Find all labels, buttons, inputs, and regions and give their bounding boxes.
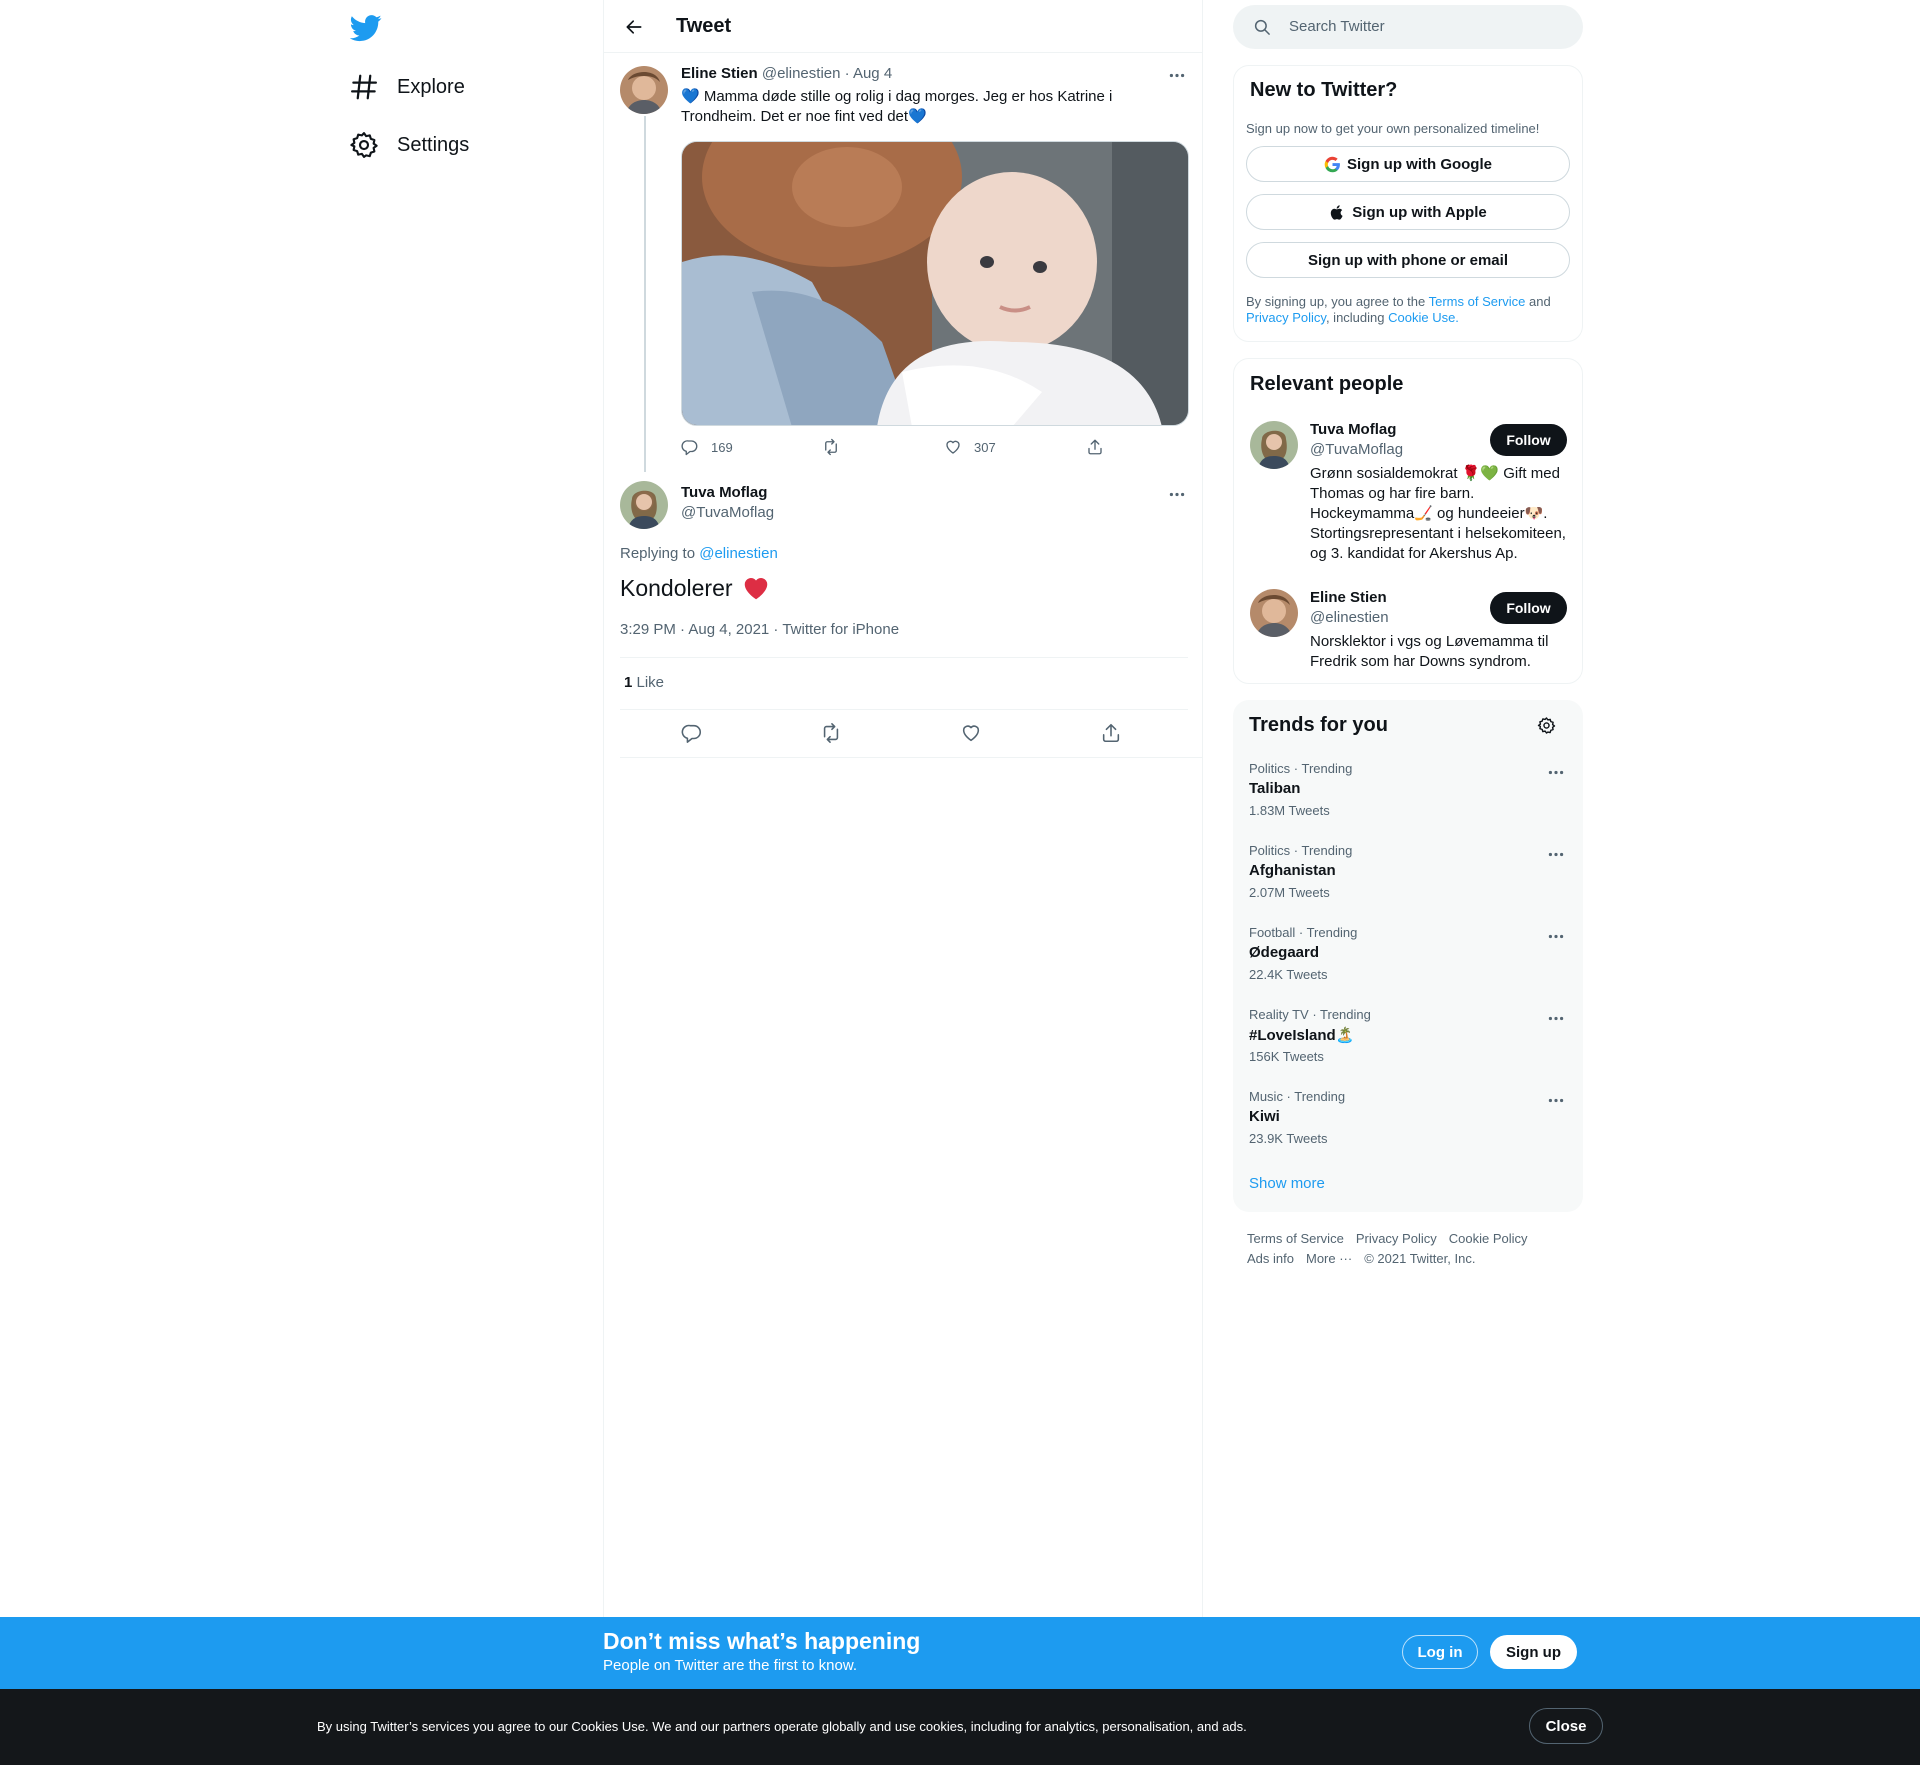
- avatar[interactable]: [620, 66, 668, 114]
- red-heart-icon: [744, 578, 767, 600]
- author-name[interactable]: Eline Stien: [681, 65, 758, 82]
- relevant-people-card: Relevant people Tuva Moflag @TuvaMoflag …: [1233, 358, 1583, 684]
- cookie-text: By using Twitter’s services you agree to…: [317, 1719, 1247, 1734]
- trends-title: Trends for you: [1249, 714, 1388, 736]
- person-handle[interactable]: @TuvaMoflag: [1310, 441, 1403, 458]
- signup-apple-button[interactable]: Sign up with Apple: [1246, 194, 1570, 230]
- hashtag-icon: [349, 72, 379, 102]
- avatar[interactable]: [1250, 589, 1298, 637]
- signup-google-button[interactable]: Sign up with Google: [1246, 146, 1570, 182]
- tweet-timestamp[interactable]: 3:29 PM · Aug 4, 2021 · Twitter for iPho…: [620, 621, 899, 638]
- trends-settings-gear-icon[interactable]: [1536, 715, 1556, 735]
- share-action[interactable]: [1086, 438, 1116, 456]
- share-icon: [1088, 439, 1102, 455]
- divider: [620, 757, 1202, 758]
- privacy-link[interactable]: Privacy Policy: [1246, 310, 1326, 325]
- nav-item-explore[interactable]: Explore: [349, 63, 465, 111]
- twitter-bird-icon[interactable]: [350, 12, 382, 44]
- more-options-icon[interactable]: [1546, 762, 1566, 782]
- divider: [620, 709, 1188, 710]
- more-options-icon[interactable]: [1546, 1008, 1566, 1028]
- more-options-icon[interactable]: [1546, 926, 1566, 946]
- left-navigation: Explore Settings: [0, 0, 603, 1765]
- search-icon: [1253, 18, 1271, 36]
- nav-item-label: Settings: [397, 133, 470, 156]
- footer-link[interactable]: Cookie Policy: [1449, 1229, 1528, 1249]
- search-input[interactable]: Search Twitter: [1289, 18, 1385, 35]
- person-bio: Grønn sosialdemokrat 🌹💚 Gift med Thomas …: [1310, 465, 1566, 562]
- reply-icon: [681, 440, 698, 456]
- more-options-icon[interactable]: [1546, 844, 1566, 864]
- thread-line: [644, 116, 646, 472]
- follow-button[interactable]: Follow: [1490, 424, 1567, 456]
- google-icon: [1324, 156, 1341, 173]
- avatar[interactable]: [620, 481, 668, 529]
- replying-handle-link[interactable]: @elinestien: [699, 545, 778, 562]
- banner-subtitle: People on Twitter are the first to know.: [603, 1657, 858, 1674]
- search-bar[interactable]: Search Twitter: [1233, 5, 1583, 49]
- footer-link[interactable]: Privacy Policy: [1356, 1229, 1437, 1249]
- footer-links: Terms of Service Privacy Policy Cookie Pol…: [1247, 1229, 1567, 1269]
- main-column: Tweet Eline Stien @elinestien · Aug 4 💙 …: [603, 0, 1203, 1620]
- nav-item-settings[interactable]: Settings: [349, 121, 469, 169]
- like-count: 307: [974, 439, 996, 455]
- replying-to: Replying to @elinestien: [620, 545, 778, 562]
- avatar[interactable]: [1250, 421, 1298, 469]
- copyright: © 2021 Twitter, Inc.: [1364, 1251, 1476, 1266]
- login-button[interactable]: Log in: [1402, 1635, 1478, 1669]
- signup-card: New to Twitter? Sign up now to get your …: [1233, 65, 1583, 342]
- footer-link[interactable]: Ads info: [1247, 1249, 1294, 1269]
- reply-action[interactable]: 169: [681, 438, 733, 456]
- signup-phone-email-button[interactable]: Sign up with phone or email: [1246, 242, 1570, 278]
- banner-title: Don’t miss what’s happening: [603, 1628, 921, 1654]
- signup-subtitle: Sign up now to get your own personalized…: [1246, 121, 1540, 136]
- back-arrow-icon[interactable]: [620, 13, 648, 41]
- follow-button[interactable]: Follow: [1490, 592, 1567, 624]
- heart-icon: [946, 440, 960, 454]
- page-title: Tweet: [676, 15, 732, 37]
- person-handle[interactable]: @elinestien: [1310, 609, 1389, 626]
- heart-icon[interactable]: [960, 722, 982, 744]
- retweet-icon: [825, 438, 837, 456]
- footer-link[interactable]: More ···: [1306, 1249, 1352, 1269]
- likes-summary[interactable]: 1 Like: [624, 674, 664, 691]
- divider: [620, 657, 1188, 658]
- trends-card: Trends for you Politics · Trending Talib…: [1233, 700, 1583, 1212]
- person-name[interactable]: Tuva Moflag: [1310, 421, 1396, 438]
- signup-title: New to Twitter?: [1250, 79, 1398, 101]
- nav-item-label: Explore: [397, 75, 465, 98]
- tweet-text: 💙 Mamma døde stille og rolig i dag morge…: [681, 88, 1113, 125]
- more-options-icon[interactable]: [1546, 1090, 1566, 1110]
- tweet-header: Eline Stien @elinestien · Aug 4: [681, 65, 892, 82]
- reply-count: 169: [711, 439, 733, 455]
- more-options-icon[interactable]: [1167, 484, 1187, 504]
- tweet-text: Kondolerer: [620, 573, 771, 603]
- cookie-use-link[interactable]: Cookie Use.: [1388, 310, 1459, 325]
- share-icon[interactable]: [1100, 722, 1122, 744]
- author-meta: @elinestien · Aug 4: [757, 65, 893, 82]
- terms-link[interactable]: Terms of Service: [1429, 294, 1526, 309]
- gear-icon: [349, 130, 379, 160]
- show-more-link[interactable]: Show more: [1249, 1175, 1325, 1192]
- person-name[interactable]: Eline Stien: [1310, 589, 1387, 606]
- footer-link[interactable]: Terms of Service: [1247, 1229, 1344, 1249]
- retweet-icon[interactable]: [820, 722, 842, 744]
- page-header: Tweet: [604, 0, 1202, 53]
- close-button[interactable]: Close: [1529, 1708, 1603, 1744]
- signup-button[interactable]: Sign up: [1490, 1635, 1577, 1669]
- person-bio: Norsklektor i vgs og Løvemamma til Fredr…: [1310, 633, 1549, 670]
- like-action[interactable]: 307: [944, 438, 996, 456]
- more-options-icon[interactable]: [1167, 65, 1187, 85]
- author-handle[interactable]: @TuvaMoflag: [681, 504, 774, 521]
- author-name[interactable]: Tuva Moflag: [681, 484, 767, 501]
- reply-icon[interactable]: [681, 722, 703, 744]
- apple-icon: [1329, 204, 1346, 221]
- signup-legal-text: By signing up, you agree to the Terms of…: [1246, 294, 1551, 325]
- cookie-bar: By using Twitter’s services you agree to…: [0, 1689, 1920, 1765]
- right-sidebar: Search Twitter New to Twitter? Sign up n…: [1203, 0, 1920, 1620]
- relevant-people-title: Relevant people: [1250, 373, 1404, 395]
- signup-banner: Don’t miss what’s happening People on Tw…: [0, 1617, 1920, 1689]
- tweet-photo[interactable]: [681, 141, 1189, 426]
- retweet-action[interactable]: [822, 438, 852, 456]
